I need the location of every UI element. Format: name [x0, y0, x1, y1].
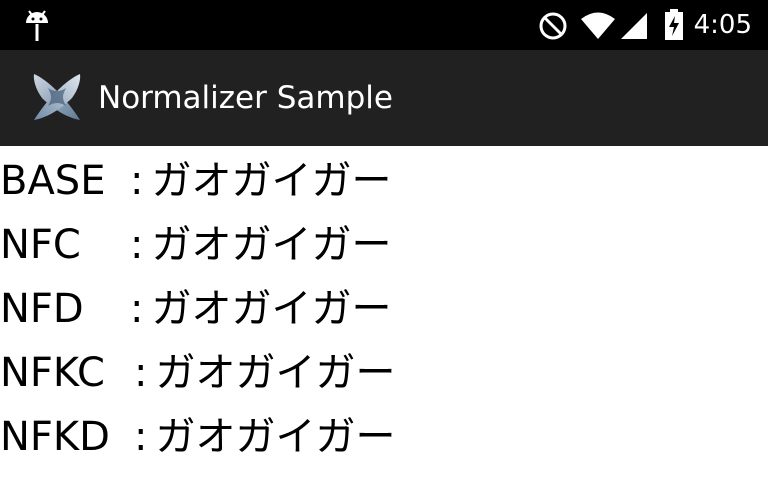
row-base: BASE: ガオガイガー [0, 149, 391, 213]
row-separator: : [134, 414, 148, 460]
row-label: NFD [0, 286, 84, 332]
battery-charging-icon [665, 9, 683, 40]
row-label: BASE [0, 158, 106, 204]
content-area: BASE: ガオガイガー NFC: ガオガイガー NFD: ガオガイガー NFKC: ガ… [0, 146, 768, 499]
row-nfkc: NFKC: ガオガイガー [0, 341, 395, 405]
xamarin-logo-icon [33, 74, 81, 120]
row-value: ガオガイガー [155, 414, 396, 460]
row-value: ガオガイガー [151, 222, 392, 268]
row-value: ガオガイガー [151, 158, 392, 204]
row-label: NFKD [0, 414, 110, 460]
row-separator: : [130, 158, 144, 204]
row-value: ガオガイガー [155, 350, 396, 396]
row-nfd: NFD: ガオガイガー [0, 277, 391, 341]
row-separator: : [134, 350, 148, 396]
status-bar: 4:05 [0, 0, 768, 50]
row-label: NFKC [0, 350, 105, 396]
row-separator: : [130, 222, 144, 268]
row-value: ガオガイガー [151, 286, 392, 332]
row-nfc: NFC: ガオガイガー [0, 213, 391, 277]
cell-signal-icon [621, 13, 647, 39]
row-nfkd: NFKD: ガオガイガー [0, 405, 395, 469]
row-label: NFC [0, 222, 81, 268]
wifi-icon [581, 12, 615, 39]
app-title: Normalizer Sample [98, 80, 393, 116]
status-clock: 4:05 [693, 10, 752, 40]
android-debug-icon [26, 10, 48, 41]
row-separator: : [130, 286, 144, 332]
do-not-disturb-icon [539, 12, 567, 40]
action-bar: Normalizer Sample [0, 50, 768, 146]
